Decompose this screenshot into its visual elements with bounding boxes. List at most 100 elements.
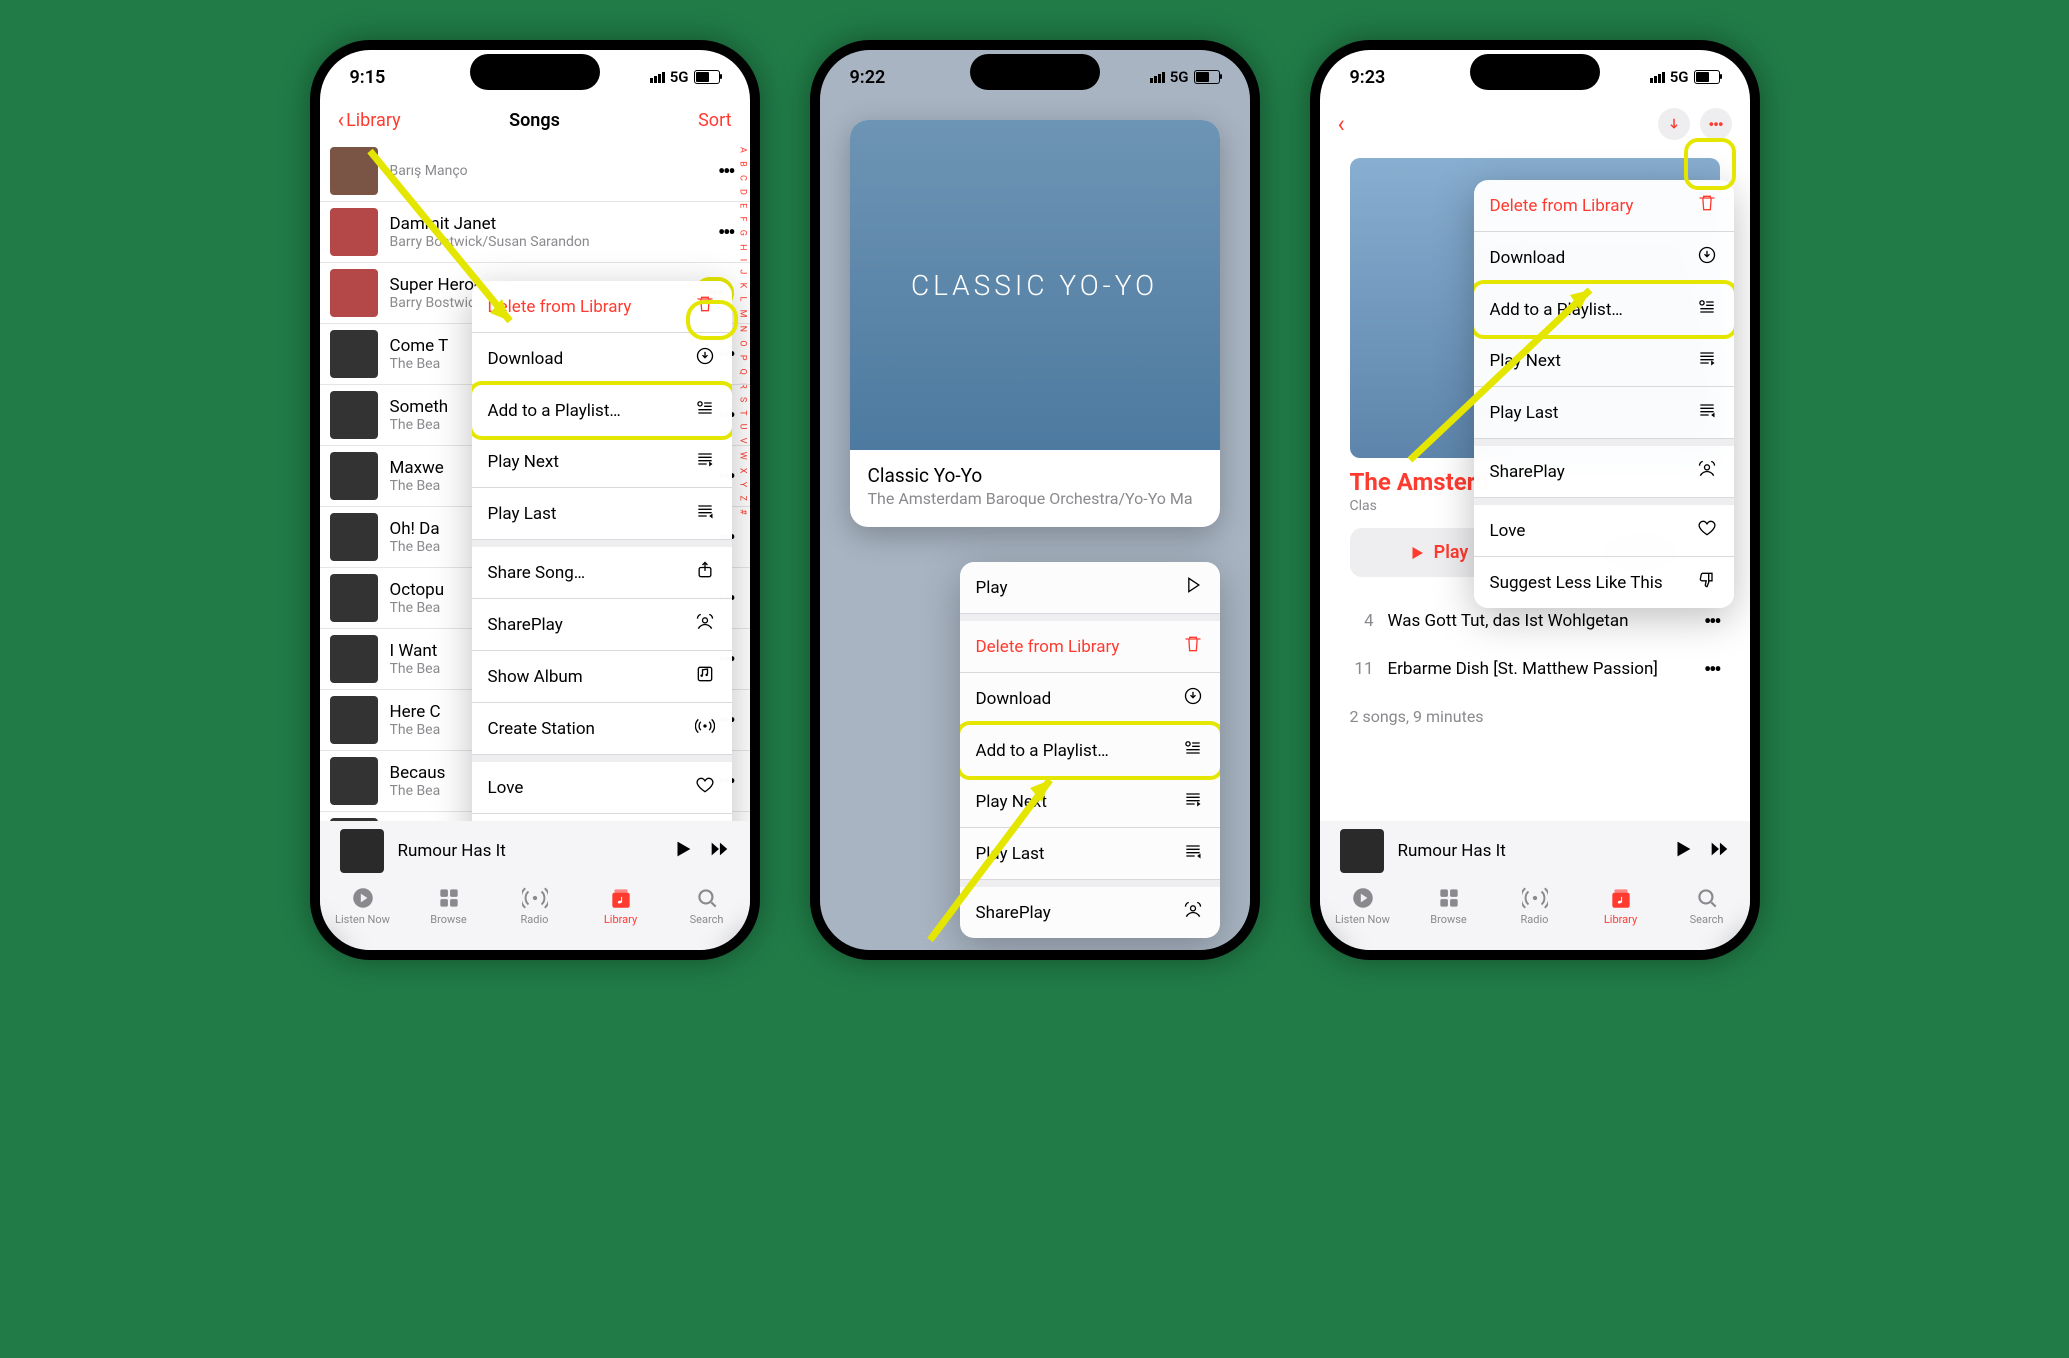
heart-icon (694, 775, 716, 800)
next-icon (1182, 789, 1204, 814)
library-icon (608, 885, 634, 911)
tab-listen-now[interactable]: Listen Now (333, 885, 393, 926)
sort-button[interactable]: Sort (698, 110, 731, 131)
now-playing-bar[interactable]: Rumour Has It (320, 821, 750, 881)
menu-label: Download (1490, 248, 1566, 268)
menu-item-love[interactable]: Love (472, 762, 732, 814)
tab-library[interactable]: Library (1591, 885, 1651, 926)
cover-text: CLASSIC YO-YO (901, 269, 1168, 302)
next-icon (694, 449, 716, 474)
menu-label: Share Song… (488, 563, 586, 583)
tab-label: Search (690, 913, 724, 926)
tab-radio[interactable]: Radio (505, 885, 565, 926)
tab-bar: Listen Now Browse Radio Library Search (1320, 881, 1750, 950)
next-icon (1696, 348, 1718, 373)
tab-browse[interactable]: Browse (1419, 885, 1479, 926)
menu-item-create-station[interactable]: Create Station (472, 703, 732, 755)
search-icon (694, 885, 720, 911)
menu-item-delete-from-library[interactable]: Delete from Library (960, 621, 1220, 673)
menu-label: Play Last (488, 504, 557, 524)
album-art (330, 574, 378, 622)
playlist-icon (1696, 297, 1718, 322)
browse-icon (1436, 885, 1462, 911)
status-time: 9:23 (1350, 67, 1386, 88)
back-button[interactable]: ‹ Library (338, 108, 401, 133)
last-icon (1696, 400, 1718, 425)
more-button[interactable]: ••• (1700, 108, 1732, 140)
more-icon[interactable]: ••• (1704, 609, 1720, 633)
forward-icon[interactable] (1708, 838, 1730, 860)
trash-icon (1182, 634, 1204, 659)
tab-listen-now[interactable]: Listen Now (1333, 885, 1393, 926)
menu-item-suggest-less-like-this[interactable]: Suggest Less Like This (1474, 557, 1734, 608)
album-preview-card[interactable]: CLASSIC YO-YO Classic Yo-Yo The Amsterda… (850, 120, 1220, 527)
menu-item-show-album[interactable]: Show Album (472, 651, 732, 703)
track-name: Was Gott Tut, das Ist Wohlgetan (1388, 611, 1704, 631)
thumbsdown-icon (1696, 570, 1718, 595)
tab-library[interactable]: Library (591, 885, 651, 926)
share-icon (694, 560, 716, 585)
annotation-highlight (1684, 138, 1736, 190)
more-icon[interactable]: ••• (718, 159, 734, 183)
album-header: ‹ ••• (1320, 104, 1750, 148)
song-list[interactable]: A B C D E F G H I J K L M N O P Q R S T … (320, 141, 750, 821)
tab-browse[interactable]: Browse (419, 885, 479, 926)
tab-label: Library (1604, 913, 1637, 926)
album-footer: 2 songs, 9 minutes (1320, 693, 1750, 740)
menu-label: Suggest Less Like This (1490, 573, 1663, 593)
track-row[interactable]: 11Erbarme Dish [St. Matthew Passion]••• (1320, 645, 1750, 693)
back-button[interactable]: ‹ (1338, 110, 1345, 138)
menu-item-suggest-less-like-this[interactable]: Suggest Less Like This (472, 814, 732, 821)
menu-label: Create Station (488, 719, 595, 739)
menu-label: Love (488, 778, 524, 798)
dynamic-island (470, 54, 600, 90)
battery-icon (694, 70, 720, 84)
tab-radio[interactable]: Radio (1505, 885, 1565, 926)
battery-icon (1194, 70, 1220, 84)
shareplay-icon (1182, 900, 1204, 925)
now-playing-title: Rumour Has It (1398, 841, 1648, 861)
trash-icon (1696, 193, 1718, 218)
signal-icon (1650, 72, 1665, 83)
phone-1: 9:15 5G ‹ Library Songs Sort A B C D E F… (310, 40, 760, 960)
tab-label: Radio (521, 913, 549, 926)
now-playing-art (1340, 829, 1384, 873)
more-icon[interactable]: ••• (1704, 657, 1720, 681)
tab-label: Listen Now (335, 913, 390, 926)
play-icon[interactable] (672, 838, 694, 860)
phone-3: 9:23 5G ‹ ••• The Amsterd Clas Play Shuf… (1310, 40, 1760, 960)
menu-item-play[interactable]: Play (960, 562, 1220, 614)
signal-icon (650, 72, 665, 83)
play-label: Play (1434, 542, 1469, 563)
radio-icon (522, 885, 548, 911)
tab-search[interactable]: Search (677, 885, 737, 926)
download-album-button[interactable] (1658, 108, 1690, 140)
download-icon (1182, 686, 1204, 711)
radio-icon (1522, 885, 1548, 911)
dynamic-island (970, 54, 1100, 90)
tab-search[interactable]: Search (1677, 885, 1737, 926)
annotation-highlight (686, 300, 738, 340)
menu-item-share-song[interactable]: Share Song… (472, 547, 732, 599)
tab-label: Search (1690, 913, 1724, 926)
listen-now-icon (350, 885, 376, 911)
play-icon (1182, 575, 1204, 600)
download-icon (1696, 245, 1718, 270)
album-art (330, 513, 378, 561)
now-playing-title: Rumour Has It (398, 841, 648, 861)
menu-item-shareplay[interactable]: SharePlay (472, 599, 732, 651)
menu-label: Delete from Library (1490, 196, 1634, 216)
status-time: 9:15 (350, 67, 386, 88)
playlist-icon (694, 398, 716, 423)
back-label: Library (346, 110, 401, 131)
play-icon[interactable] (1672, 838, 1694, 860)
track-number: 11 (1350, 659, 1374, 679)
menu-item-love[interactable]: Love (1474, 505, 1734, 557)
more-icon[interactable]: ••• (718, 220, 734, 244)
forward-icon[interactable] (708, 838, 730, 860)
now-playing-controls (662, 838, 730, 864)
status-network: 5G (670, 68, 689, 86)
album-art (330, 757, 378, 805)
signal-icon (1150, 72, 1165, 83)
now-playing-bar[interactable]: Rumour Has It (1320, 821, 1750, 881)
